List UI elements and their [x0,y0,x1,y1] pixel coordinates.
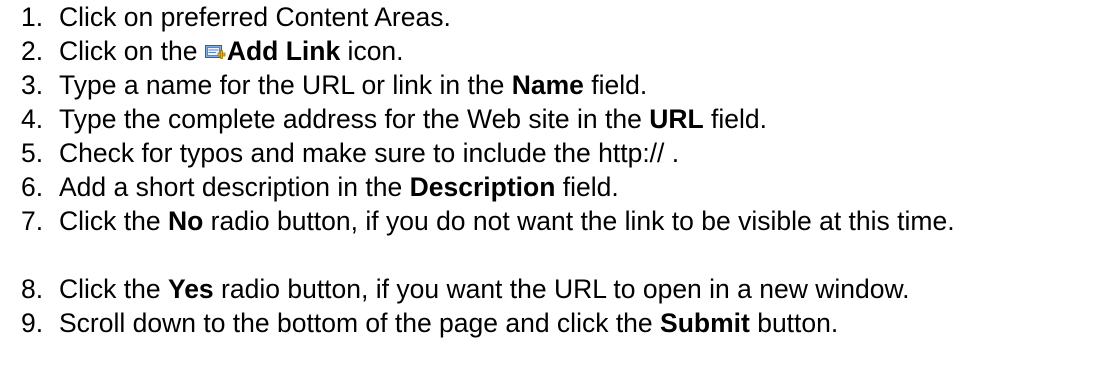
step-number: 5. [21,138,44,168]
step-number: 6. [21,172,44,202]
step-number: 8. [21,274,44,304]
step-number: 9. [21,308,44,338]
step-4: 4. Type the complete address for the Web… [0,102,1093,136]
step-7: 7. Click the No radio button, if you do … [0,204,1093,272]
step-number: 2. [21,36,44,66]
step-text: Add a short description in the Descripti… [59,172,619,202]
step-text: Check for typos and make sure to include… [59,138,680,168]
step-6: 6. Add a short description in the Descri… [0,170,1093,204]
step-text: Click on preferred Content Areas. [59,2,451,32]
step-number: 4. [21,104,44,134]
step-8: 8. Click the Yes radio button, if you wa… [0,272,1093,306]
step-number: 3. [21,70,44,100]
add-link-icon [204,45,226,59]
step-number: 7. [21,206,44,236]
step-1: 1. Click on preferred Content Areas. [0,0,1093,34]
step-text: Scroll down to the bottom of the page an… [59,308,839,338]
step-5: 5. Check for typos and make sure to incl… [0,136,1093,170]
step-text: Type a name for the URL or link in the N… [59,70,648,100]
step-2: 2. Click on the Add Link icon. [0,34,1093,68]
step-text: Click on the Add Link icon. [59,36,404,66]
step-3: 3. Type a name for the URL or link in th… [0,68,1093,102]
step-number: 1. [21,2,44,32]
step-text: Click the Yes radio button, if you want … [59,274,910,304]
step-text: Click the No radio button, if you do not… [59,206,955,236]
step-text: Type the complete address for the Web si… [59,104,768,134]
step-9: 9. Scroll down to the bottom of the page… [0,306,1093,340]
instruction-list: 1. Click on preferred Content Areas. 2. … [0,0,1093,340]
